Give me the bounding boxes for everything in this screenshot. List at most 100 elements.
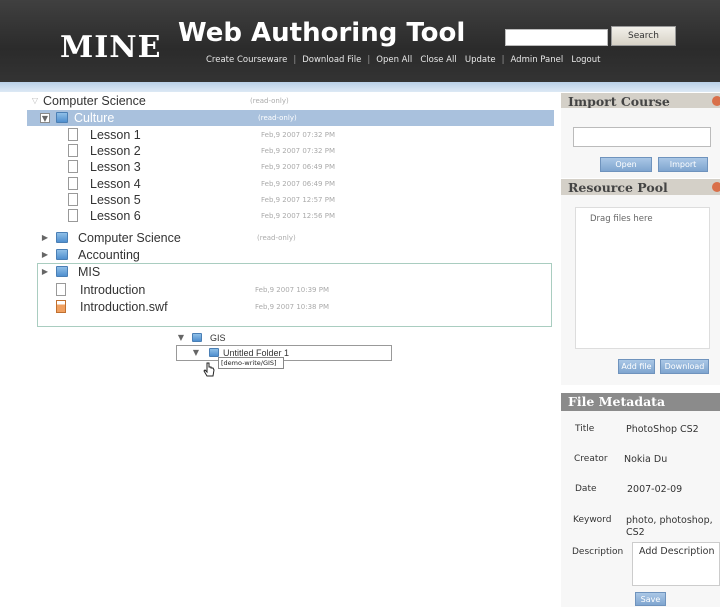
nav-logout[interactable]: Logout bbox=[571, 55, 600, 65]
file-icon bbox=[68, 128, 78, 141]
file-icon bbox=[68, 144, 78, 157]
folder-icon bbox=[56, 266, 68, 277]
add-file-button[interactable]: Add file bbox=[618, 359, 655, 374]
app-header: MINE Web Authoring Tool Create Coursewar… bbox=[0, 0, 720, 82]
open-button[interactable]: Open bbox=[600, 157, 652, 172]
tree-file-lesson-6[interactable]: Lesson 6 Feb,9 2007 12:56 PM bbox=[68, 208, 358, 224]
search-button[interactable]: Search bbox=[611, 26, 676, 46]
meta-keyword-key: Keyword bbox=[573, 515, 612, 525]
read-only-badge: (read-only) bbox=[250, 97, 289, 105]
meta-date-key: Date bbox=[575, 484, 597, 494]
nav-update[interactable]: Update bbox=[465, 55, 496, 65]
drag-tooltip: [demo-write/GIS] bbox=[218, 357, 284, 369]
nav-separator: | bbox=[367, 55, 371, 65]
tree-folder-culture[interactable]: ▼ Culture (read-only) bbox=[40, 110, 340, 126]
meta-description-key: Description bbox=[572, 547, 624, 557]
drag-ghost-gis[interactable]: ▼ GIS bbox=[176, 330, 256, 346]
close-icon[interactable] bbox=[712, 182, 720, 192]
folder-label: Computer Science bbox=[78, 231, 181, 245]
nav-open-all[interactable]: Open All bbox=[376, 55, 412, 65]
resource-pool-header: Resource Pool bbox=[561, 179, 720, 196]
import-file-input[interactable] bbox=[573, 127, 711, 147]
file-timestamp: Feb,9 2007 06:49 PM bbox=[261, 163, 335, 171]
nav-download-file[interactable]: Download File bbox=[302, 55, 361, 65]
nav-close-all[interactable]: Close All bbox=[420, 55, 456, 65]
header-strip bbox=[0, 82, 720, 92]
drop-zone-hint: Drag files here bbox=[590, 214, 653, 224]
file-label: Introduction bbox=[80, 283, 146, 297]
file-drop-zone[interactable]: Drag files here bbox=[575, 207, 710, 349]
expand-toggle-icon[interactable]: ▶ bbox=[40, 267, 50, 277]
file-label: Lesson 6 bbox=[90, 209, 141, 223]
tree-file-lesson-1[interactable]: Lesson 1 Feb,9 2007 07:32 PM bbox=[68, 127, 358, 143]
folder-label: MIS bbox=[78, 265, 101, 279]
read-only-badge: (read-only) bbox=[258, 114, 297, 122]
expand-toggle-icon[interactable]: ▶ bbox=[40, 233, 50, 243]
tree-file-lesson-2[interactable]: Lesson 2 Feb,9 2007 07:32 PM bbox=[68, 143, 358, 159]
nav-separator: | bbox=[501, 55, 505, 65]
file-metadata-header: File Metadata bbox=[561, 393, 720, 411]
tree-folder-computer-science[interactable]: ▶ Computer Science (read-only) bbox=[40, 230, 340, 246]
folder-icon bbox=[209, 348, 219, 357]
meta-date-value[interactable]: 2007-02-09 bbox=[627, 484, 682, 495]
collapse-toggle-icon: ▼ bbox=[192, 348, 200, 357]
file-timestamp: Feb,9 2007 06:49 PM bbox=[261, 180, 335, 188]
download-button[interactable]: Download bbox=[660, 359, 709, 374]
file-timestamp: Feb,9 2007 12:56 PM bbox=[261, 212, 335, 220]
file-timestamp: Feb,9 2007 10:38 PM bbox=[255, 303, 329, 311]
meta-creator-value[interactable]: Nokia Du bbox=[624, 454, 667, 465]
app-title: Web Authoring Tool bbox=[178, 18, 466, 48]
panel-title: Import Course bbox=[568, 94, 670, 109]
search-input[interactable] bbox=[505, 29, 608, 46]
tree-folder-mis[interactable]: ▶ MIS bbox=[40, 264, 240, 280]
close-icon[interactable] bbox=[712, 96, 720, 106]
tree-file-lesson-5[interactable]: Lesson 5 Feb,9 2007 12:57 PM bbox=[68, 192, 358, 208]
meta-creator-key: Creator bbox=[574, 454, 608, 464]
file-timestamp: Feb,9 2007 07:32 PM bbox=[261, 147, 335, 155]
file-icon bbox=[56, 283, 66, 296]
file-label: Lesson 2 bbox=[90, 144, 141, 158]
top-nav: Create Courseware | Download File | Open All… bbox=[206, 55, 600, 69]
file-timestamp: Feb,9 2007 10:39 PM bbox=[255, 286, 329, 294]
drag-ghost-untitled-folder[interactable]: ▼ Untitled Folder 1 bbox=[176, 345, 392, 361]
folder-icon bbox=[56, 112, 68, 123]
read-only-badge: (read-only) bbox=[257, 234, 296, 242]
tree-root-row[interactable]: ▽ Computer Science (read-only) bbox=[30, 93, 350, 109]
description-textarea[interactable]: Add Description bbox=[632, 542, 720, 586]
tree-root-label: Computer Science bbox=[43, 94, 146, 108]
meta-title-value[interactable]: PhotoShop CS2 bbox=[626, 424, 699, 435]
meta-title-key: Title bbox=[575, 424, 595, 434]
nav-separator: | bbox=[293, 55, 297, 65]
file-label: Lesson 4 bbox=[90, 177, 141, 191]
panel-title: File Metadata bbox=[568, 394, 666, 409]
tree-file-introduction-swf[interactable]: Introduction.swf Feb,9 2007 10:38 PM bbox=[56, 299, 356, 315]
file-icon bbox=[68, 209, 78, 222]
file-icon bbox=[68, 193, 78, 206]
flash-file-icon bbox=[56, 300, 66, 313]
file-label: Lesson 3 bbox=[90, 160, 141, 174]
panel-title: Resource Pool bbox=[568, 180, 668, 195]
save-button[interactable]: Save bbox=[635, 592, 666, 606]
nav-create-courseware[interactable]: Create Courseware bbox=[206, 55, 287, 65]
file-icon bbox=[68, 160, 78, 173]
tree-folder-accounting[interactable]: ▶ Accounting bbox=[40, 247, 240, 263]
nav-admin-panel[interactable]: Admin Panel bbox=[511, 55, 564, 65]
folder-icon bbox=[56, 232, 68, 243]
file-timestamp: Feb,9 2007 07:32 PM bbox=[261, 131, 335, 139]
collapse-toggle-icon[interactable]: ▼ bbox=[40, 113, 50, 123]
file-label: Introduction.swf bbox=[80, 300, 168, 314]
expand-toggle-icon[interactable]: ▽ bbox=[30, 96, 40, 106]
file-label: Lesson 5 bbox=[90, 193, 141, 207]
tree-file-lesson-3[interactable]: Lesson 3 Feb,9 2007 06:49 PM bbox=[68, 159, 358, 175]
import-button[interactable]: Import bbox=[658, 157, 708, 172]
tree-file-lesson-4[interactable]: Lesson 4 Feb,9 2007 06:49 PM bbox=[68, 176, 358, 192]
expand-toggle-icon[interactable]: ▶ bbox=[40, 250, 50, 260]
meta-keyword-value[interactable]: photo, photoshop, CS2 bbox=[626, 515, 720, 539]
file-timestamp: Feb,9 2007 12:57 PM bbox=[261, 196, 335, 204]
file-icon bbox=[68, 177, 78, 190]
mine-logo: MINE bbox=[60, 30, 162, 65]
folder-label: Culture bbox=[74, 111, 115, 125]
file-label: Lesson 1 bbox=[90, 128, 141, 142]
tree-file-introduction[interactable]: Introduction Feb,9 2007 10:39 PM bbox=[56, 282, 356, 298]
folder-icon bbox=[56, 249, 68, 260]
